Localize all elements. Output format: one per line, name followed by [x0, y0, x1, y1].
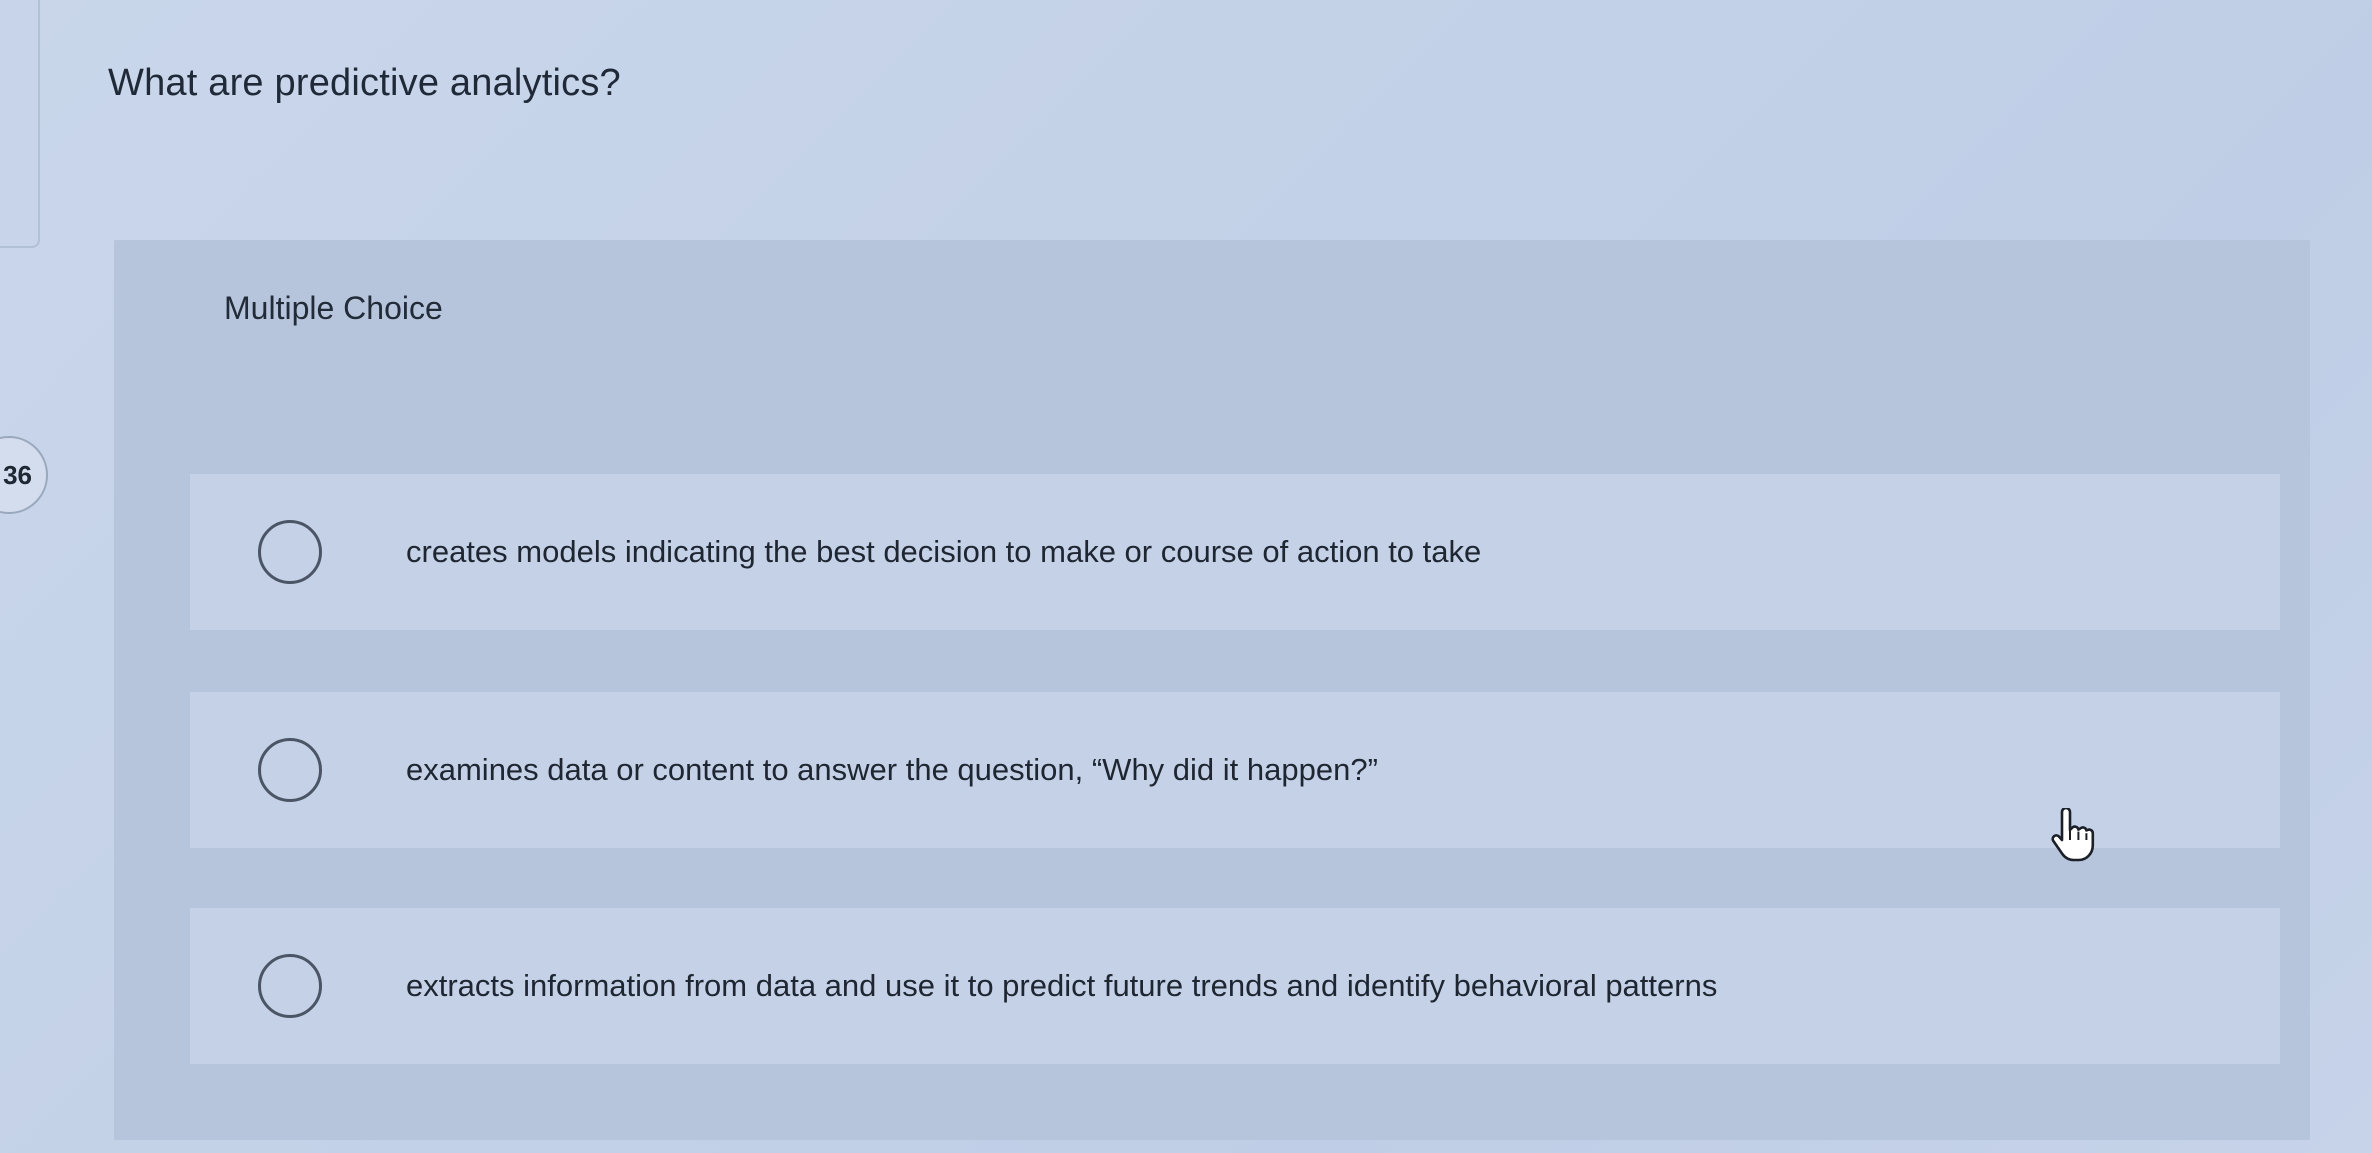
question-number-badge[interactable]: 36	[0, 436, 48, 514]
question-number: 36	[3, 459, 32, 490]
answer-option-text: creates models indicating the best decis…	[406, 534, 1482, 569]
answer-option-text: examines data or content to answer the q…	[406, 752, 1378, 787]
answer-option-3[interactable]: extracts information from data and use i…	[190, 908, 2280, 1064]
hand-pointer-icon	[2051, 808, 2095, 862]
answer-option-1[interactable]: creates models indicating the best decis…	[190, 474, 2280, 630]
answer-option-text: extracts information from data and use i…	[406, 968, 1718, 1003]
answer-option-2[interactable]: examines data or content to answer the q…	[190, 692, 2280, 848]
radio-button-icon[interactable]	[258, 954, 322, 1018]
radio-button-icon[interactable]	[258, 738, 322, 802]
question-type-label: Multiple Choice	[224, 290, 443, 326]
left-panel	[0, 0, 40, 248]
question-prompt: What are predictive analytics?	[108, 62, 621, 104]
radio-button-icon[interactable]	[258, 520, 322, 584]
question-card: Multiple Choice creates models indicatin…	[114, 240, 2310, 1140]
